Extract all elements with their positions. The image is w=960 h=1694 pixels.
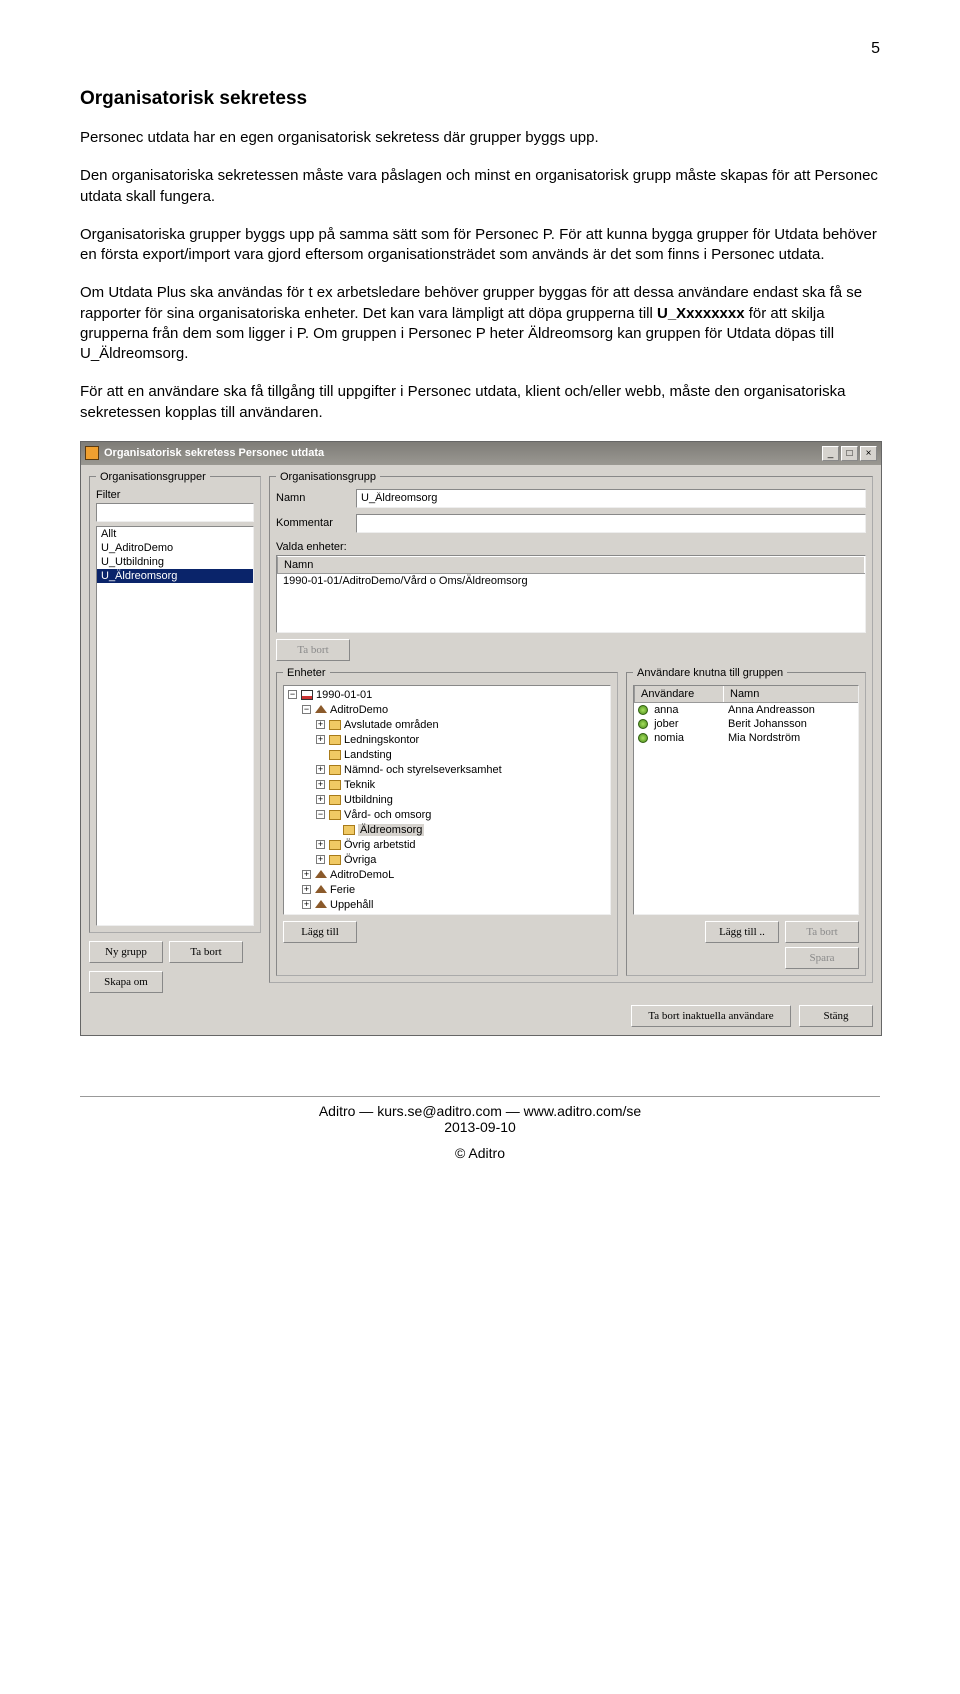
- add-user-button[interactable]: Lägg till ..: [705, 921, 779, 943]
- filter-label: Filter: [96, 489, 254, 501]
- tree-node[interactable]: Landsting: [344, 749, 392, 761]
- name-input[interactable]: [356, 489, 866, 508]
- para-2: Den organisatoriska sekretessen måste va…: [80, 166, 880, 207]
- tree-node[interactable]: Nämnd- och styrelseverksamhet: [344, 764, 502, 776]
- footer-line-1: Aditro — kurs.se@aditro.com — www.aditro…: [80, 1103, 880, 1119]
- para-5: För att en användare ska få tillgång til…: [80, 382, 880, 423]
- dialog-window: Organisatorisk sekretess Personec utdata…: [80, 441, 882, 1036]
- org-group-legend: Organisationsgrupp: [276, 471, 380, 483]
- folder-icon: [329, 780, 341, 790]
- remove-user-button[interactable]: Ta bort: [785, 921, 859, 943]
- tree-node[interactable]: Ferie: [330, 884, 355, 896]
- page-number: 5: [80, 40, 880, 58]
- selected-units-label: Valda enheter:: [276, 541, 866, 553]
- tree-node[interactable]: Vård- och omsorg: [344, 809, 431, 821]
- user-icon: [638, 705, 648, 715]
- remove-unit-button[interactable]: Ta bort: [276, 639, 350, 661]
- col-header-name: Namn: [724, 686, 858, 702]
- para-1: Personec utdata har en egen organisatori…: [80, 128, 880, 148]
- folder-icon: [329, 795, 341, 805]
- footer-line-3: © Aditro: [80, 1145, 880, 1161]
- user-name-cell[interactable]: Berit Johansson: [724, 717, 858, 731]
- users-legend: Användare knutna till gruppen: [633, 667, 787, 679]
- comment-label: Kommentar: [276, 517, 348, 529]
- remove-inactive-button[interactable]: Ta bort inaktuella användare: [631, 1005, 791, 1027]
- table-row[interactable]: 1990-01-01/AditroDemo/Vård o Oms/Äldreom…: [277, 574, 534, 588]
- para-4: Om Utdata Plus ska användas för t ex arb…: [80, 283, 880, 364]
- user-icon: [638, 733, 648, 743]
- list-item[interactable]: Allt: [97, 527, 253, 541]
- footer-line-2: 2013-09-10: [80, 1119, 880, 1135]
- folder-icon: [329, 720, 341, 730]
- new-group-button[interactable]: Ny grupp: [89, 941, 163, 963]
- folder-icon: [329, 765, 341, 775]
- users-list[interactable]: Användare Namn anna Anna Andreasson jobe…: [633, 685, 859, 915]
- tree-node[interactable]: Utbildning: [344, 794, 393, 806]
- folder-icon: [329, 735, 341, 745]
- user-cell[interactable]: anna: [654, 704, 678, 716]
- tree-node[interactable]: Övriga: [344, 854, 376, 866]
- house-icon: [315, 900, 327, 908]
- filter-input[interactable]: [96, 503, 254, 522]
- close-button[interactable]: ×: [860, 446, 877, 461]
- comment-input[interactable]: [356, 514, 866, 533]
- titlebar: Organisatorisk sekretess Personec utdata…: [81, 442, 881, 465]
- col-header-name: Namn: [277, 556, 865, 573]
- tree-node[interactable]: Teknik: [344, 779, 375, 791]
- user-icon: [638, 719, 648, 729]
- maximize-button[interactable]: □: [841, 446, 858, 461]
- tree-node[interactable]: AditroDemoL: [330, 869, 394, 881]
- add-unit-button[interactable]: Lägg till: [283, 921, 357, 943]
- tree-node[interactable]: öö Kommun-Avslutad 2009-02-28: [330, 914, 494, 915]
- selected-units-table[interactable]: Namn 1990-01-01/AditroDemo/Vård o Oms/Äl…: [276, 555, 866, 633]
- list-item[interactable]: U_Utbildning: [97, 555, 253, 569]
- delete-group-button[interactable]: Ta bort: [169, 941, 243, 963]
- org-group-fieldset: Organisationsgrupp Namn Kommentar Valda …: [269, 471, 873, 983]
- folder-icon: [329, 750, 341, 760]
- house-icon: [315, 885, 327, 893]
- bold-groupname: U_Xxxxxxxx: [657, 305, 745, 322]
- tree-root[interactable]: 1990-01-01: [316, 689, 372, 701]
- page-footer: Aditro — kurs.se@aditro.com — www.aditro…: [80, 1096, 880, 1161]
- house-icon: [315, 705, 327, 713]
- groups-listbox[interactable]: Allt U_AditroDemo U_Utbildning U_Äldreom…: [96, 526, 254, 926]
- list-item-selected[interactable]: U_Äldreomsorg: [97, 569, 253, 583]
- user-name-cell[interactable]: Anna Andreasson: [724, 703, 858, 717]
- house-icon: [315, 870, 327, 878]
- tree-node[interactable]: Ledningskontor: [344, 734, 419, 746]
- tree-node[interactable]: Avslutade områden: [344, 719, 439, 731]
- close-dialog-button[interactable]: Stäng: [799, 1005, 873, 1027]
- units-tree[interactable]: −1990-01-01 −AditroDemo +Avslutade områd…: [283, 685, 611, 915]
- tree-node-selected[interactable]: Äldreomsorg: [358, 824, 424, 836]
- folder-icon: [329, 840, 341, 850]
- para-3: Organisatoriska grupper byggs upp på sam…: [80, 225, 880, 266]
- list-item[interactable]: U_AditroDemo: [97, 541, 253, 555]
- folder-icon: [329, 855, 341, 865]
- tree-node[interactable]: Uppehåll: [330, 899, 373, 911]
- user-cell[interactable]: nomia: [654, 732, 684, 744]
- heading: Organisatorisk sekretess: [80, 88, 880, 110]
- org-groups-legend: Organisationsgrupper: [96, 471, 210, 483]
- user-name-cell[interactable]: Mia Nordström: [724, 731, 858, 745]
- calendar-icon: [301, 690, 313, 700]
- user-cell[interactable]: jober: [654, 718, 678, 730]
- window-title: Organisatorisk sekretess Personec utdata: [104, 447, 820, 459]
- col-header-user: Användare: [634, 686, 724, 702]
- minimize-button[interactable]: _: [822, 446, 839, 461]
- folder-icon: [329, 810, 341, 820]
- units-legend: Enheter: [283, 667, 330, 679]
- org-groups-fieldset: Organisationsgrupper Filter Allt U_Aditr…: [89, 471, 261, 933]
- users-fieldset: Användare knutna till gruppen Användare …: [626, 667, 866, 976]
- tree-node[interactable]: Övrig arbetstid: [344, 839, 416, 851]
- app-icon: [85, 446, 99, 460]
- units-fieldset: Enheter −1990-01-01 −AditroDemo +Avsluta…: [276, 667, 618, 976]
- folder-icon: [343, 825, 355, 835]
- save-button[interactable]: Spara: [785, 947, 859, 969]
- tree-node[interactable]: AditroDemo: [330, 704, 388, 716]
- name-label: Namn: [276, 492, 348, 504]
- recreate-button[interactable]: Skapa om: [89, 971, 163, 993]
